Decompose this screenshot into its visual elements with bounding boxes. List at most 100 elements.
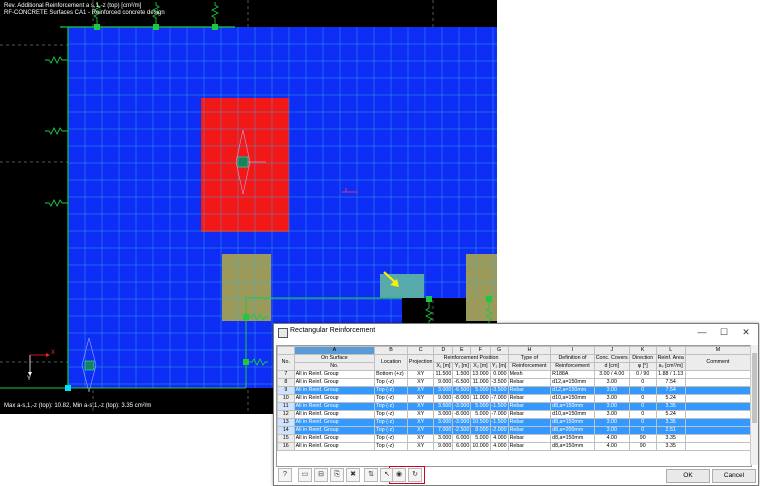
cell-projection[interactable]: XY	[406, 418, 435, 427]
cell-y2[interactable]: -3.500	[489, 378, 509, 387]
cell-location[interactable]: Top (-z)	[374, 418, 408, 427]
row-number[interactable]: 7	[277, 370, 295, 379]
cell-y1[interactable]: 6.000	[452, 434, 472, 443]
cell-type[interactable]: Rebar	[507, 418, 552, 427]
cell-y2[interactable]: -1.500	[489, 402, 509, 411]
column-letter-f[interactable]: F	[470, 346, 491, 355]
cell-surface[interactable]: All in Reinf. Group	[293, 370, 376, 379]
row-number[interactable]: 15	[277, 434, 295, 443]
cell-area[interactable]: 3.35	[655, 418, 686, 427]
column-letter-e[interactable]: E	[452, 346, 472, 355]
cell-y2[interactable]: -7.000	[489, 410, 509, 419]
cell-surface[interactable]: All in Reinf. Group	[293, 394, 376, 403]
cell-y2[interactable]: -1.500	[489, 418, 509, 427]
cell-x2[interactable]: 5.000	[470, 410, 491, 419]
cell-surface[interactable]: All in Reinf. Group	[293, 442, 376, 451]
table-row[interactable]: 12 All in Reinf. Group Top (-z) XY 3.000 -8.0…	[277, 410, 751, 419]
cell-cover[interactable]: 3.00	[593, 402, 630, 411]
cell-location[interactable]: Top (-z)	[374, 434, 408, 443]
cell-y2[interactable]: 4.000	[489, 442, 509, 451]
cell-x1[interactable]: 3.000	[433, 434, 454, 443]
show-icon[interactable]: ◉	[392, 468, 406, 482]
help-icon[interactable]: ?	[278, 468, 292, 482]
cell-comment[interactable]	[684, 418, 751, 427]
column-letter-l[interactable]: L	[655, 346, 686, 355]
table-row[interactable]: 10 All in Reinf. Group Top (-z) XY 9.000 -8.0…	[277, 394, 751, 403]
cell-cover[interactable]: 3.00	[593, 410, 630, 419]
cell-def[interactable]: d8,a=150mm	[550, 418, 595, 427]
reinforcement-table[interactable]: ABCDEFGHIJKLM No. On Surface Location Pr…	[276, 345, 752, 467]
cell-x2[interactable]: 13.000	[470, 370, 491, 379]
row-number[interactable]: 16	[277, 442, 295, 451]
cell-type[interactable]: Rebar	[507, 442, 552, 451]
table-row[interactable]: 11 All in Reinf. Group Top (-z) XY 3.500 -3.0…	[277, 402, 751, 411]
cell-area[interactable]: 5.24	[655, 410, 686, 419]
cell-cover[interactable]: 3.00	[593, 378, 630, 387]
cell-def[interactable]: d8,a=150mm	[550, 434, 595, 443]
cell-y1[interactable]: -8.000	[452, 394, 472, 403]
vertical-scrollbar[interactable]	[750, 345, 758, 465]
table-row[interactable]: 15 All in Reinf. Group Top (-z) XY 3.000 6.00…	[277, 434, 751, 443]
table-row[interactable]: 14 All in Reinf. Group Top (-z) XY 7.000 -2.5…	[277, 426, 751, 435]
cell-dir[interactable]: 90	[628, 434, 657, 443]
cell-projection[interactable]: XY	[406, 442, 435, 451]
row-number[interactable]: 13	[277, 418, 295, 427]
cell-x1[interactable]: 11.500	[433, 370, 454, 379]
cell-area[interactable]: 3.35	[655, 434, 686, 443]
cell-location[interactable]: Top (-z)	[374, 426, 408, 435]
cell-projection[interactable]: XY	[406, 410, 435, 419]
cell-y1[interactable]: -6.500	[452, 378, 472, 387]
cell-x2[interactable]: 8.000	[470, 426, 491, 435]
cell-dir[interactable]: 0	[628, 394, 657, 403]
dialog-titlebar[interactable]: Rectangular Reinforcement — ☐ ✕	[274, 324, 758, 342]
cell-comment[interactable]	[684, 370, 751, 379]
refresh-icon[interactable]: ↻	[408, 468, 422, 482]
cell-y1[interactable]: -2.500	[452, 426, 472, 435]
cell-cover[interactable]: 3.00	[593, 418, 630, 427]
cell-y1[interactable]: -8.000	[452, 410, 472, 419]
cell-projection[interactable]: XY	[406, 434, 435, 443]
cell-y1[interactable]: 1.500	[452, 370, 472, 379]
cell-def[interactable]: d12,a=150mm	[550, 378, 595, 387]
cell-cover[interactable]: 3.00	[593, 426, 630, 435]
cell-type[interactable]: Rebar	[507, 378, 552, 387]
cell-location[interactable]: Top (-z)	[374, 386, 408, 395]
cell-surface[interactable]: All in Reinf. Group	[293, 410, 376, 419]
table-row[interactable]: 9 All in Reinf. Group Top (-z) XY 3.000 -6.50…	[277, 386, 751, 395]
cell-x1[interactable]: 9.000	[433, 442, 454, 451]
cell-x1[interactable]: 3.000	[433, 418, 454, 427]
cell-comment[interactable]	[684, 442, 751, 451]
column-letter-c[interactable]: C	[406, 346, 435, 355]
copy-icon[interactable]: ⎘	[330, 468, 344, 482]
column-letter-k[interactable]: K	[628, 346, 657, 355]
column-letter-g[interactable]: G	[489, 346, 509, 355]
cell-y2[interactable]: 0.000	[489, 370, 509, 379]
cell-projection[interactable]: XY	[406, 370, 435, 379]
close-button[interactable]: ✕	[738, 326, 754, 338]
sort-icon[interactable]: ⇅	[364, 468, 378, 482]
cell-x2[interactable]: 5.000	[470, 402, 491, 411]
scrollbar-thumb[interactable]	[752, 353, 757, 423]
cell-surface[interactable]: All in Reinf. Group	[293, 434, 376, 443]
cell-cover[interactable]: 3.00	[593, 386, 630, 395]
cell-surface[interactable]: All in Reinf. Group	[293, 386, 376, 395]
cell-x1[interactable]: 9.000	[433, 394, 454, 403]
column-letter-a[interactable]: A	[293, 346, 376, 355]
cell-surface[interactable]: All in Reinf. Group	[293, 402, 376, 411]
cell-comment[interactable]	[684, 426, 751, 435]
cell-location[interactable]: Top (-z)	[374, 402, 408, 411]
cell-cover[interactable]: 3.00 / 4.00	[593, 370, 630, 379]
cell-y1[interactable]: 6.000	[452, 442, 472, 451]
cell-y1[interactable]: -6.500	[452, 386, 472, 395]
cell-dir[interactable]: 0	[628, 418, 657, 427]
cell-cover[interactable]: 4.00	[593, 442, 630, 451]
cancel-button[interactable]: Cancel	[712, 469, 756, 483]
cell-location[interactable]: Bottom (+z)	[374, 370, 408, 379]
cell-area[interactable]: 1.88 / 1.13	[655, 370, 686, 379]
cell-surface[interactable]: All in Reinf. Group	[293, 378, 376, 387]
column-letter-m[interactable]: M	[684, 346, 751, 355]
cell-x2[interactable]: 5.000	[470, 434, 491, 443]
column-letter-b[interactable]: B	[374, 346, 408, 355]
cell-surface[interactable]: All in Reinf. Group	[293, 426, 376, 435]
cell-dir[interactable]: 0	[628, 402, 657, 411]
